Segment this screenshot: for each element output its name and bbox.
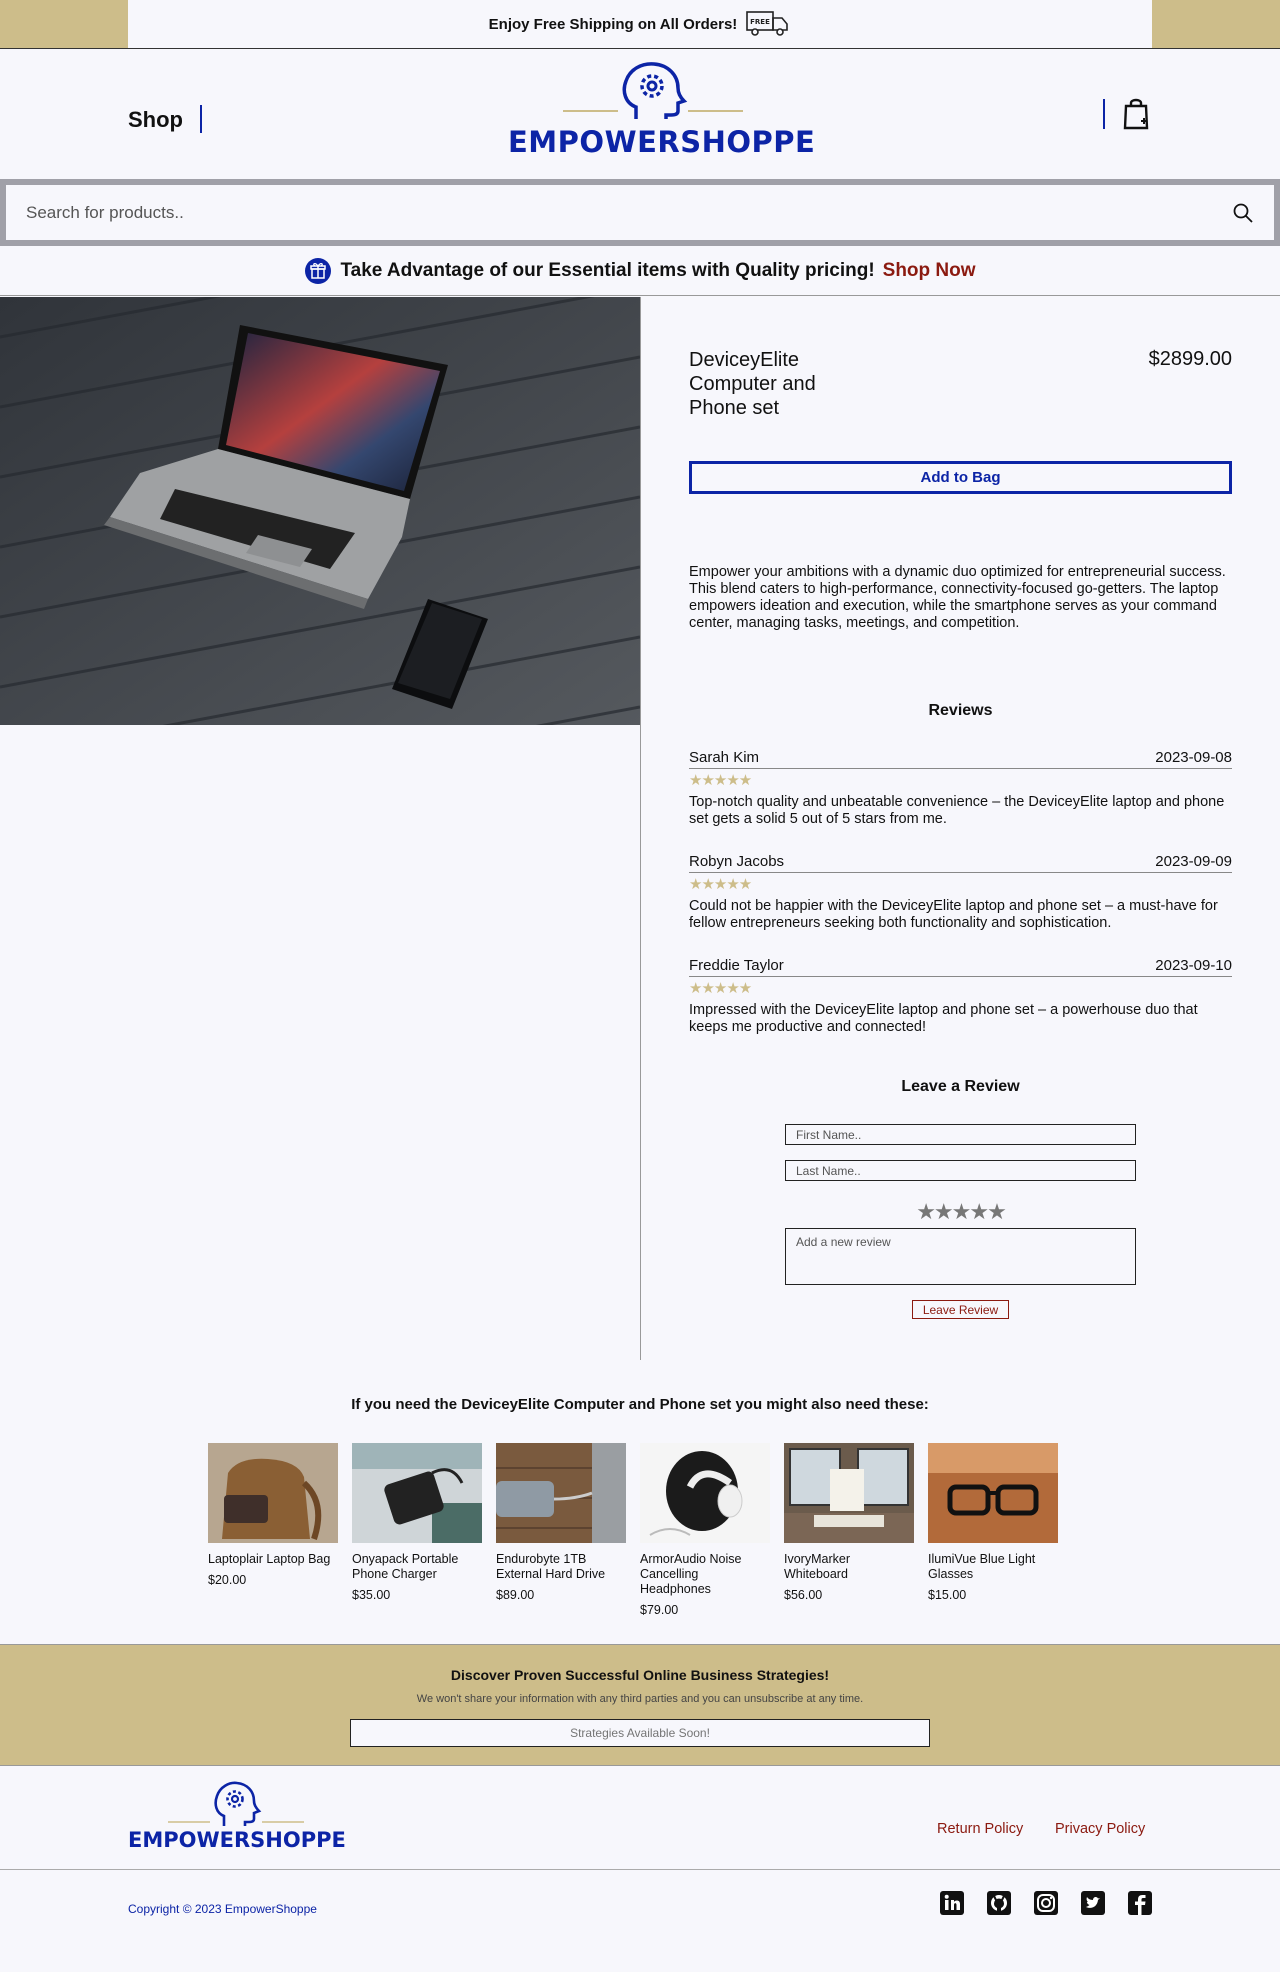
logo-wordmark: EMPOWERSHOPPE [508,125,816,159]
review-textarea[interactable] [785,1228,1136,1285]
return-policy-link[interactable]: Return Policy [937,1821,1023,1837]
related-product-card[interactable]: Endurobyte 1TB External Hard Drive $89.0… [496,1443,626,1603]
related-product-card[interactable]: IlumiVue Blue Light Glasses $15.00 [928,1443,1058,1603]
svg-text:FREE: FREE [750,18,770,26]
review-date: 2023-09-08 [1155,749,1232,766]
review-text: Top-notch quality and unbeatable conveni… [689,794,1225,827]
free-delivery-truck-icon: FREE [746,11,789,36]
review-item: Robyn Jacobs 2023-09-09 ★★★★★ Could not … [689,853,1232,932]
related-products-heading: If you need the DeviceyElite Computer an… [351,1396,929,1413]
laptop-phone-photo [0,297,640,725]
related-product-card[interactable]: IvoryMarker Whiteboard $56.00 [784,1443,914,1603]
newsletter-input[interactable] [350,1719,930,1747]
phone-charger-thumbnail[interactable] [352,1443,482,1543]
hard-drive-thumbnail[interactable] [496,1443,626,1543]
shipping-banner-text: Enjoy Free Shipping on All Orders! [488,15,738,33]
review-item: Freddie Taylor 2023-09-10 ★★★★★ Impresse… [689,957,1232,1036]
shopping-bag-icon[interactable] [1120,96,1152,130]
related-product-card[interactable]: Onyapack Portable Phone Charger $35.00 [352,1443,482,1603]
footer-logo-wordmark: EMPOWERSHOPPE [128,1828,346,1852]
search-input[interactable] [26,202,1232,223]
gift-icon [305,257,332,284]
newsletter-section: Discover Proven Successful Online Busine… [0,1644,1280,1766]
related-product-name: ArmorAudio Noise Cancelling Headphones [640,1552,742,1596]
review-header: Sarah Kim 2023-09-08 [689,749,1232,769]
promo-text: Take Advantage of our Essential items wi… [340,259,875,281]
leave-review-heading: Leave a Review [901,1078,1020,1095]
facebook-icon[interactable] [1127,1890,1153,1916]
product-image [0,297,640,725]
twitter-icon[interactable] [1080,1890,1106,1916]
brain-gear-logo-icon [563,62,743,119]
related-product-name: Endurobyte 1TB External Hard Drive [496,1552,606,1581]
review-header: Robyn Jacobs 2023-09-09 [689,853,1232,873]
related-product-price: $89.00 [496,1588,535,1602]
reviewer-name: Robyn Jacobs [689,853,785,870]
review-date: 2023-09-09 [1155,853,1232,870]
laptop-bag-thumbnail[interactable] [208,1443,338,1543]
brain-gear-logo-icon [168,1781,304,1826]
related-product-price: $20.00 [208,1573,247,1587]
add-to-bag-button[interactable]: Add to Bag [689,461,1232,494]
site-header: Shop EMPOWERSHOPPE [0,49,1280,179]
related-product-price: $79.00 [640,1603,679,1617]
glasses-thumbnail[interactable] [928,1443,1058,1543]
product-name: DeviceyElite Computer and Phone set [689,349,816,419]
related-product-name: IlumiVue Blue Light Glasses [928,1552,1036,1581]
review-rating-stars: ★★★★★ [689,876,752,893]
review-date: 2023-09-10 [1155,957,1232,974]
whiteboard-thumbnail[interactable] [784,1443,914,1543]
promo-banner: Take Advantage of our Essential items wi… [0,246,1280,296]
related-product-name: Onyapack Portable Phone Charger [352,1552,459,1581]
related-product-price: $35.00 [352,1588,391,1602]
privacy-policy-link[interactable]: Privacy Policy [1055,1821,1145,1837]
search-icon[interactable] [1232,202,1254,224]
headphones-thumbnail[interactable] [640,1443,770,1543]
related-product-price: $15.00 [928,1588,967,1602]
shop-divider [200,105,202,133]
content-divider [640,297,641,1360]
review-header: Freddie Taylor 2023-09-10 [689,957,1232,977]
linkedin-icon[interactable] [939,1890,965,1916]
related-product-name: Laptoplair Laptop Bag [208,1552,331,1566]
shipping-banner-inner: Enjoy Free Shipping on All Orders! FREE [128,0,1152,48]
related-product-name: IvoryMarker Whiteboard [784,1552,850,1581]
review-item: Sarah Kim 2023-09-08 ★★★★★ Top-notch qua… [689,749,1232,828]
newsletter-title: Discover Proven Successful Online Busine… [450,1667,830,1683]
site-logo[interactable]: EMPOWERSHOPPE [508,57,816,162]
review-rating-stars: ★★★★★ [689,980,752,997]
shop-nav-link[interactable]: Shop [128,107,183,133]
footer-logo[interactable]: EMPOWERSHOPPE [128,1778,346,1856]
review-rating-stars: ★★★★★ [689,772,752,789]
reviewer-name: Freddie Taylor [689,957,784,974]
first-name-field[interactable] [785,1124,1136,1145]
review-text: Could not be happier with the DeviceyEli… [689,898,1218,931]
rating-star-selector[interactable]: ★★★★★ [785,1199,1136,1225]
search-box [6,185,1274,240]
github-icon[interactable] [986,1890,1012,1916]
cart-divider [1103,99,1105,129]
shop-now-link[interactable]: Shop Now [883,260,976,282]
footer-divider [0,1869,1280,1870]
search-bar [0,179,1280,246]
last-name-field[interactable] [785,1160,1136,1181]
reviewer-name: Sarah Kim [689,749,760,766]
review-text: Impressed with the DeviceyElite laptop a… [689,1002,1198,1035]
related-product-card[interactable]: ArmorAudio Noise Cancelling Headphones $… [640,1443,770,1618]
copyright-text: Copyright © 2023 EmpowerShoppe [128,1902,317,1916]
instagram-icon[interactable] [1033,1890,1059,1916]
shipping-banner: Enjoy Free Shipping on All Orders! FREE [0,0,1280,49]
related-product-card[interactable]: Laptoplair Laptop Bag $20.00 [208,1443,338,1588]
reviews-heading: Reviews [928,702,993,719]
related-product-price: $56.00 [784,1588,823,1602]
leave-review-button[interactable]: Leave Review [912,1300,1009,1319]
product-description: Empower your ambitions with a dynamic du… [689,564,1226,631]
product-price: $2899.00 [1148,348,1232,370]
newsletter-subtitle: We won't share your information with any… [416,1693,864,1705]
